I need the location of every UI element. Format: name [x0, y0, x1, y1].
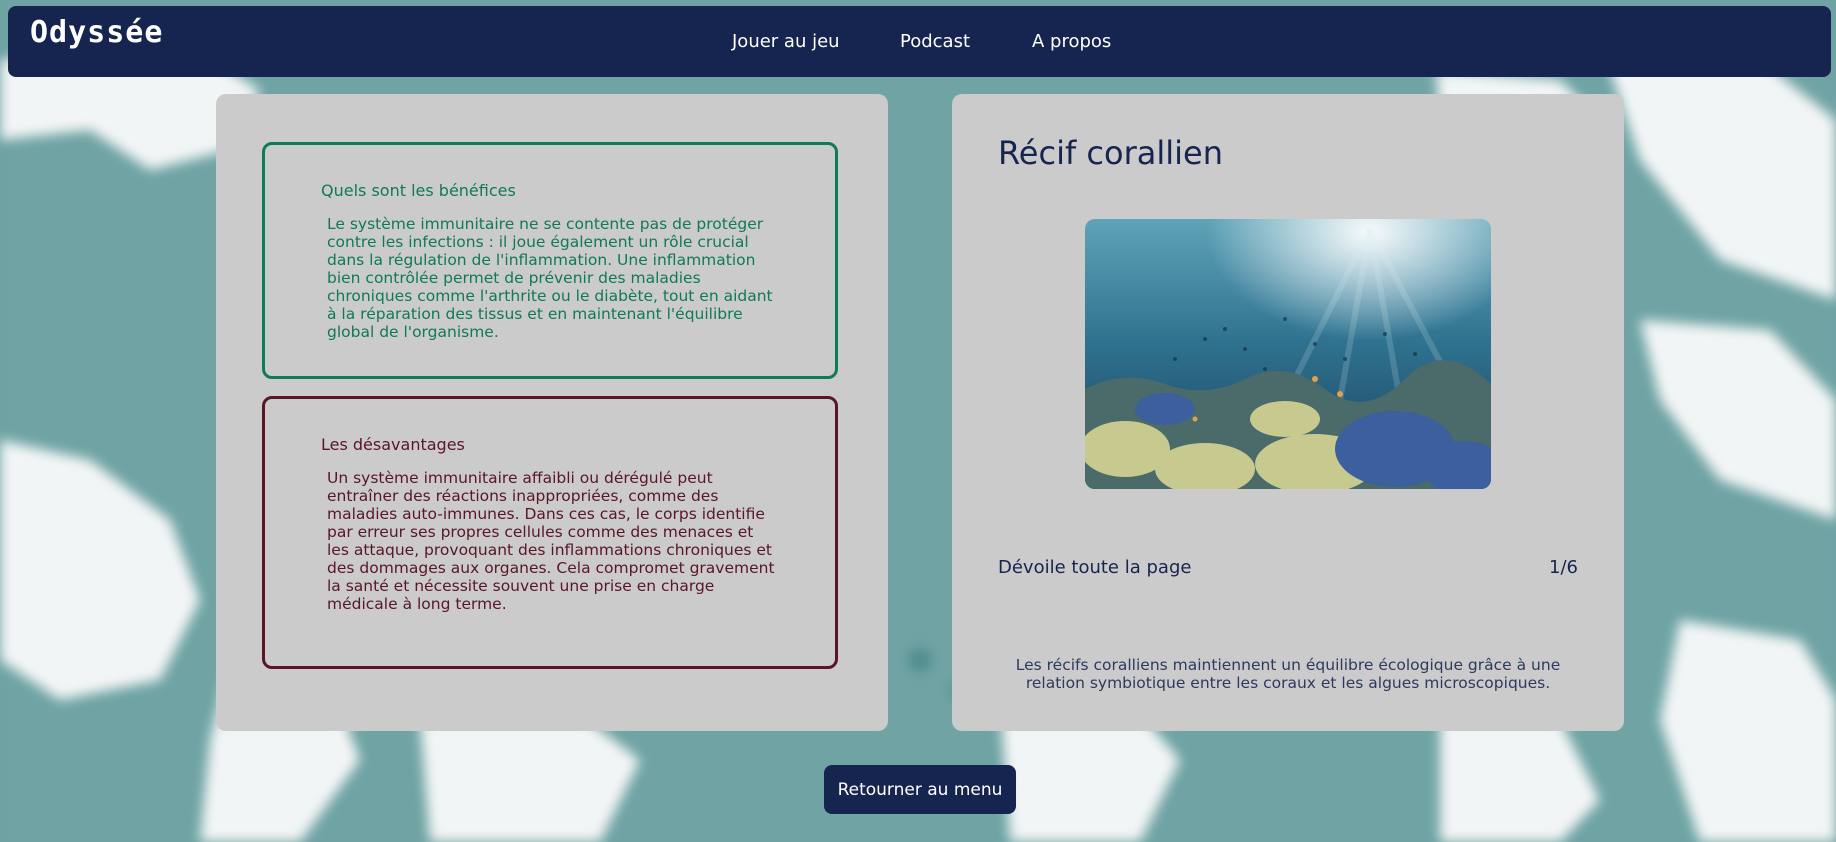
drawbacks-title: Les désavantages	[321, 435, 465, 454]
benefits-text: Le système immunitaire ne se contente pa…	[327, 215, 773, 341]
coral-reef-image	[1085, 219, 1491, 489]
reveal-page-link[interactable]: Dévoile toute la page	[998, 557, 1191, 578]
nav-play-game-link[interactable]: Jouer au jeu	[732, 31, 840, 52]
card-caption: Les récifs coralliens maintiennent un éq…	[1015, 656, 1561, 692]
top-navbar: Odyssée Jouer au jeu Podcast A propos	[8, 6, 1831, 77]
drawbacks-box: Les désavantages Un système immunitaire …	[262, 396, 838, 669]
main-nav: Jouer au jeu Podcast A propos	[8, 6, 1831, 77]
page-counter: 1/6	[1549, 557, 1578, 578]
info-panel: Quels sont les bénéfices Le système immu…	[216, 94, 888, 731]
nav-podcast-link[interactable]: Podcast	[900, 31, 970, 52]
benefits-box: Quels sont les bénéfices Le système immu…	[262, 142, 838, 379]
drawbacks-text: Un système immunitaire affaibli ou dérég…	[327, 469, 775, 613]
card-title: Récif corallien	[998, 134, 1223, 172]
benefits-title: Quels sont les bénéfices	[321, 181, 516, 200]
back-to-menu-button[interactable]: Retourner au menu	[824, 765, 1016, 814]
nav-about-link[interactable]: A propos	[1032, 31, 1111, 52]
topic-card: Récif corallien Dévoile toute la page 1/…	[952, 94, 1624, 731]
